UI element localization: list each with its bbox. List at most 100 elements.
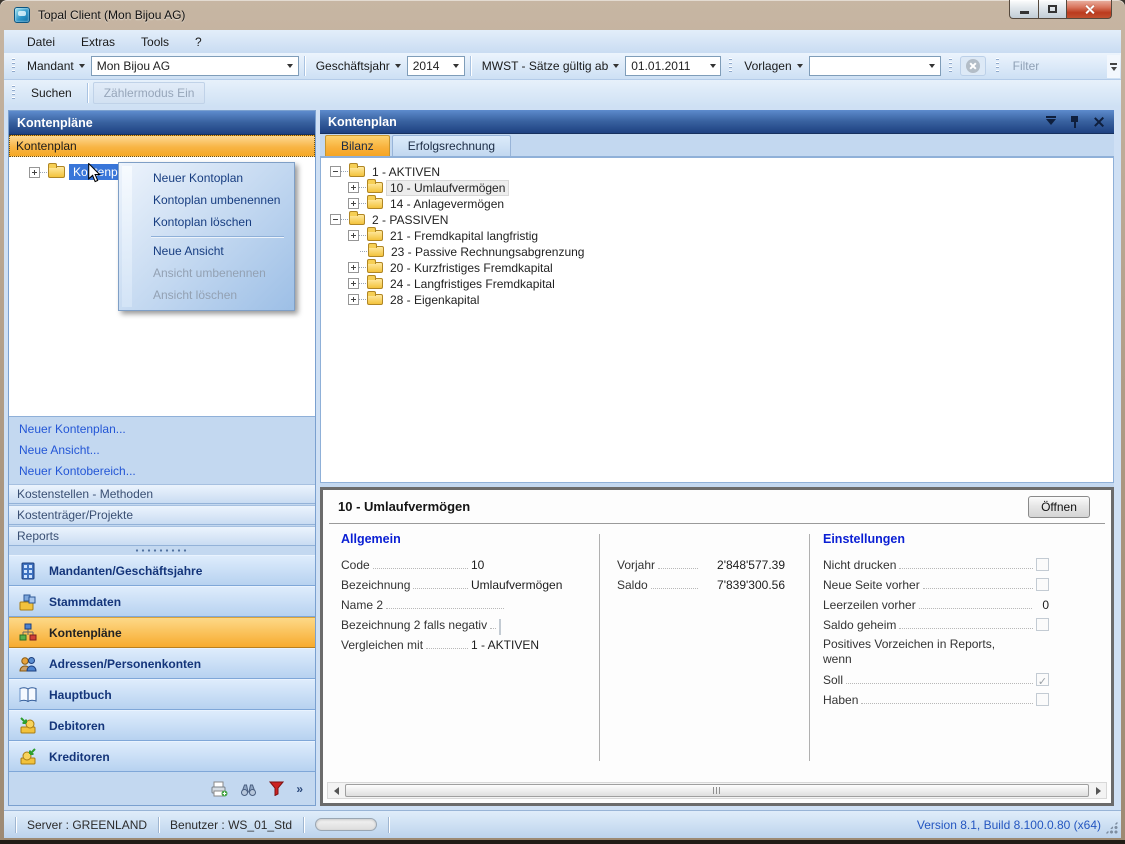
- tree-row[interactable]: 2 - PASSIVEN: [330, 212, 451, 227]
- scrollbar-thumb[interactable]: [345, 784, 1089, 797]
- scroll-right-arrow[interactable]: [1090, 783, 1106, 798]
- filter-funnel-icon[interactable]: [269, 781, 284, 796]
- minimize-button[interactable]: [1009, 0, 1039, 19]
- chevron-down-icon[interactable]: [1046, 119, 1056, 125]
- book-icon: [16, 684, 40, 706]
- plus-expander-icon[interactable]: [348, 278, 359, 289]
- main-toolbar: Mandant Mon Bijou AG Geschäftsjahr 2014 …: [4, 53, 1121, 80]
- link-neuer-kontobereich[interactable]: Neuer Kontobereich...: [19, 464, 305, 478]
- link-neuer-kontenplan[interactable]: Neuer Kontenplan...: [19, 422, 305, 436]
- section-kostentraeger[interactable]: Kostenträger/Projekte: [9, 505, 315, 525]
- scrollbar-track[interactable]: [344, 783, 1090, 798]
- oeffnen-button[interactable]: Öffnen: [1028, 496, 1090, 518]
- name2-value[interactable]: [507, 612, 567, 614]
- haben-checkbox[interactable]: [1036, 693, 1049, 706]
- section-reports[interactable]: Reports: [9, 526, 315, 546]
- plus-expander-icon[interactable]: [348, 182, 359, 193]
- sidebar-section-kontenplan[interactable]: Kontenplan: [9, 135, 315, 157]
- toolbar-grip[interactable]: [12, 85, 15, 101]
- mwst-dropdown[interactable]: MWST - Sätze gültig ab: [482, 59, 620, 73]
- mandant-dropdown[interactable]: Mandant: [27, 59, 85, 73]
- field-saldo: Saldo 7'839'300.56: [617, 574, 785, 594]
- chevron-more-icon[interactable]: »: [296, 782, 303, 796]
- link-neue-ansicht[interactable]: Neue Ansicht...: [19, 443, 305, 457]
- tree-row[interactable]: 14 - Anlagevermögen: [348, 196, 507, 211]
- tree-row[interactable]: 20 - Kurzfristiges Fremdkapital: [348, 260, 556, 275]
- vorlagen-combobox[interactable]: [809, 56, 941, 76]
- horizontal-scrollbar[interactable]: [327, 782, 1107, 799]
- title-bar[interactable]: Topal Client (Mon Bijou AG): [0, 0, 1125, 30]
- toolbar-overflow-button[interactable]: [1107, 55, 1120, 78]
- mwst-date-combobox[interactable]: 01.01.2011: [625, 56, 721, 76]
- menu-item-kontoplan-loeschen[interactable]: Kontoplan löschen: [121, 211, 292, 233]
- nav-debitoren[interactable]: Debitoren: [9, 710, 315, 741]
- menu-item-neuer-kontoplan[interactable]: Neuer Kontoplan: [121, 167, 292, 189]
- bez2-checkbox[interactable]: [499, 619, 501, 635]
- toolbar-grip[interactable]: [996, 58, 999, 74]
- vergleichen-value[interactable]: 1 - AKTIVEN: [471, 638, 589, 654]
- neue-seite-checkbox[interactable]: [1036, 578, 1049, 591]
- toolbar-grip[interactable]: [12, 58, 15, 74]
- mandant-combobox[interactable]: Mon Bijou AG: [91, 56, 299, 76]
- plus-expander-icon[interactable]: [348, 230, 359, 241]
- combo-arrow-button[interactable]: [705, 57, 720, 75]
- field-bezeichnung2-negativ: Bezeichnung 2 falls negativ: [341, 614, 589, 634]
- nav-hauptbuch[interactable]: Hauptbuch: [9, 679, 315, 710]
- tree-row[interactable]: 21 - Fremdkapital langfristig: [348, 228, 541, 243]
- close-button[interactable]: [1067, 0, 1112, 19]
- maximize-button[interactable]: [1039, 0, 1067, 19]
- pin-icon[interactable]: [1070, 116, 1079, 128]
- overflow-bar-icon: [1110, 63, 1117, 65]
- geschaeftsjahr-dropdown[interactable]: Geschäftsjahr: [316, 59, 401, 73]
- field-nicht-drucken: Nicht drucken: [823, 554, 1049, 574]
- bezeichnung-value[interactable]: Umlaufvermögen: [471, 578, 589, 594]
- section-kostenstellen[interactable]: Kostenstellen - Methoden: [9, 484, 315, 504]
- tree-row[interactable]: 1 - AKTIVEN: [330, 164, 443, 179]
- minus-expander-icon[interactable]: [330, 214, 341, 225]
- plus-expander-icon[interactable]: [348, 198, 359, 209]
- chevron-down-icon: [797, 64, 803, 68]
- menu-extras[interactable]: Extras: [68, 32, 128, 52]
- sidebar-splitter[interactable]: [9, 546, 315, 555]
- code-value[interactable]: 10: [471, 558, 589, 574]
- account-chart-icon: [16, 622, 40, 644]
- menu-help[interactable]: ?: [182, 32, 215, 52]
- geschaeftsjahr-combobox[interactable]: 2014: [407, 56, 465, 76]
- binoculars-icon[interactable]: [240, 782, 257, 796]
- saldo-geheim-checkbox[interactable]: [1036, 618, 1049, 631]
- menu-item-kontoplan-umbenennen[interactable]: Kontoplan umbenennen: [121, 189, 292, 211]
- leerzeilen-value[interactable]: 0: [1035, 598, 1049, 614]
- vorlagen-dropdown[interactable]: Vorlagen: [744, 59, 802, 73]
- clear-filter-button[interactable]: [960, 56, 986, 76]
- tab-bilanz[interactable]: Bilanz: [325, 135, 390, 156]
- nicht-drucken-checkbox[interactable]: [1036, 558, 1049, 571]
- tree-row[interactable]: 28 - Eigenkapital: [348, 292, 482, 307]
- scroll-left-arrow[interactable]: [328, 783, 344, 798]
- tree-row[interactable]: 10 - Umlaufvermögen: [348, 180, 508, 195]
- tab-erfolgsrechnung[interactable]: Erfolgsrechnung: [392, 135, 511, 156]
- menu-tools[interactable]: Tools: [128, 32, 182, 52]
- plus-expander-icon[interactable]: [29, 167, 40, 178]
- close-icon[interactable]: [1093, 116, 1104, 127]
- combo-arrow-button[interactable]: [449, 57, 464, 75]
- toolbar-grip[interactable]: [949, 58, 952, 74]
- minus-expander-icon[interactable]: [330, 166, 341, 177]
- nav-adressen[interactable]: Adressen/Personenkonten: [9, 648, 315, 679]
- menu-datei[interactable]: Datei: [14, 32, 68, 52]
- tree-row[interactable]: 24 - Langfristiges Fremdkapital: [348, 276, 558, 291]
- plus-expander-icon[interactable]: [348, 294, 359, 305]
- combo-arrow-button[interactable]: [283, 57, 298, 75]
- print-icon[interactable]: [211, 781, 228, 797]
- suchen-button[interactable]: Suchen: [21, 83, 82, 103]
- soll-checkbox[interactable]: [1036, 673, 1049, 686]
- tree-row[interactable]: 23 - Passive Rechnungsabgrenzung: [360, 244, 587, 259]
- menu-item-neue-ansicht[interactable]: Neue Ansicht: [121, 240, 292, 262]
- nav-kontenplaene[interactable]: Kontenpläne: [9, 617, 315, 648]
- resize-grip[interactable]: [1105, 821, 1118, 834]
- plus-expander-icon[interactable]: [348, 262, 359, 273]
- combo-arrow-button[interactable]: [925, 57, 940, 75]
- toolbar-grip[interactable]: [729, 58, 732, 74]
- nav-mandanten[interactable]: Mandanten/Geschäftsjahre: [9, 555, 315, 586]
- nav-kreditoren[interactable]: Kreditoren: [9, 741, 315, 772]
- nav-stammdaten[interactable]: Stammdaten: [9, 586, 315, 617]
